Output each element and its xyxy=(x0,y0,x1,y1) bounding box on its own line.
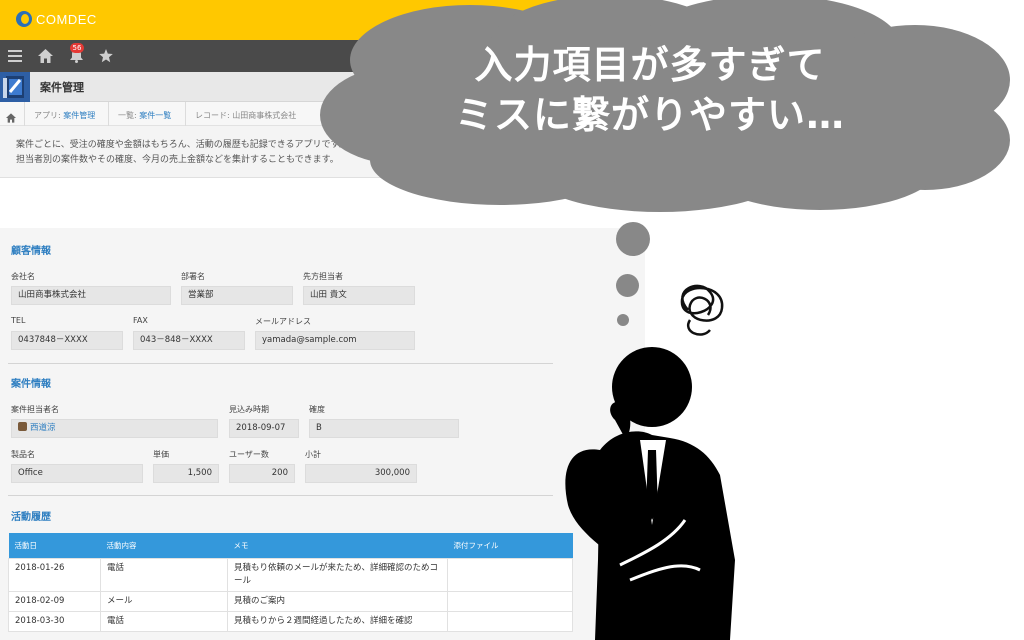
thought-cloud-text: 入力項目が多すぎて ミスに繋がりやすい… xyxy=(360,40,940,140)
certainty-label: 確度 xyxy=(309,405,325,414)
breadcrumb-app-prefix: アプリ: xyxy=(34,111,64,120)
table-row: 2018-03-30 電話 見積もりから２週間経過したため、詳細を確認 xyxy=(8,610,573,632)
worried-person-illustration xyxy=(565,284,735,640)
owner-label: 案件担当者名 xyxy=(11,405,59,414)
thought-bubble-large xyxy=(616,222,650,256)
breadcrumb-record-prefix: レコード: xyxy=(195,111,233,120)
breadcrumb-home-icon[interactable] xyxy=(6,108,16,127)
app-title: 案件管理 xyxy=(40,81,84,94)
tel-label: TEL xyxy=(11,316,26,325)
cell-type: メール xyxy=(100,590,228,612)
expected-date-label: 見込み時期 xyxy=(229,405,269,414)
cell-attachment xyxy=(447,590,573,612)
breadcrumb-list-prefix: 一覧: xyxy=(118,111,140,120)
product-field: Office xyxy=(11,464,143,483)
breadcrumb-record-name: 山田商事株式会社 xyxy=(232,111,297,120)
breadcrumb-record: レコード: 山田商事株式会社 xyxy=(195,110,296,121)
subtotal-field: 300,000 xyxy=(305,464,417,483)
customer-section-title: 顧客情報 xyxy=(11,246,51,257)
breadcrumb-separator xyxy=(24,102,25,126)
company-field: 山田商事株式会社 xyxy=(11,286,171,305)
column-header-type: 活動内容 xyxy=(100,533,228,558)
owner-field: 西道涼 xyxy=(11,419,218,438)
cell-type: 電話 xyxy=(100,610,228,632)
owner-user-link[interactable]: 西道涼 xyxy=(30,423,56,433)
user-icon xyxy=(18,422,27,431)
deal-section-title: 案件情報 xyxy=(11,379,51,390)
activity-section-title: 活動履歴 xyxy=(11,512,51,523)
unit-price-field: 1,500 xyxy=(153,464,219,483)
description-line-1: 案件ごとに、受注の確度や金額はもちろん、活動の履歴も記録できるアプリです。 xyxy=(16,140,348,150)
logo-mark-icon xyxy=(16,11,32,27)
cell-attachment xyxy=(447,610,573,632)
breadcrumb-list: 一覧: 案件一覧 xyxy=(118,110,171,121)
table-header-row: 活動日 活動内容 メモ 添付ファイル xyxy=(8,533,573,558)
department-field: 営業部 xyxy=(181,286,293,305)
table-row: 2018-01-26 電話 見積もり依頼のメールが来たため、詳細確認のためコール xyxy=(8,557,573,592)
cell-memo: 見積もりから２週間経過したため、詳細を確認 xyxy=(227,610,448,632)
logo-text: COMDEC xyxy=(36,11,97,27)
product-label: 製品名 xyxy=(11,450,35,459)
department-label: 部署名 xyxy=(181,272,205,281)
cell-date: 2018-01-26 xyxy=(8,557,101,592)
cell-attachment xyxy=(447,557,573,592)
breadcrumb-app: アプリ: 案件管理 xyxy=(34,110,95,121)
fax-label: FAX xyxy=(133,316,148,325)
column-header-attachment: 添付ファイル xyxy=(447,533,573,558)
thought-line-1: 入力項目が多すぎて xyxy=(474,43,826,87)
breadcrumb-app-link[interactable]: 案件管理 xyxy=(63,111,95,120)
confused-scribble-icon xyxy=(680,284,724,336)
email-field: yamada@sample.com xyxy=(255,331,415,350)
menu-icon[interactable] xyxy=(2,40,28,72)
cell-memo: 見積のご案内 xyxy=(227,590,448,612)
thought-line-2: ミスに繋がりやすい… xyxy=(454,93,845,137)
section-divider xyxy=(8,495,553,496)
user-count-label: ユーザー数 xyxy=(229,450,269,459)
comdec-logo[interactable]: COMDEC xyxy=(16,11,97,27)
cell-date: 2018-03-30 xyxy=(8,610,101,632)
company-label: 会社名 xyxy=(11,272,35,281)
breadcrumb-separator xyxy=(108,102,109,126)
column-header-date: 活動日 xyxy=(8,533,101,558)
star-icon[interactable] xyxy=(93,40,119,72)
expected-date-field: 2018-09-07 xyxy=(229,419,299,438)
home-icon[interactable] xyxy=(32,40,58,72)
breadcrumb-separator xyxy=(185,102,186,126)
description-line-2: 担当者別の案件数やその確度、今月の売上金額などを集計することもできます。 xyxy=(16,155,339,165)
top-header-bar: COMDEC xyxy=(0,0,645,40)
email-label: メールアドレス xyxy=(255,317,311,326)
unit-price-label: 単価 xyxy=(153,450,169,459)
column-header-memo: メモ xyxy=(227,533,448,558)
subtotal-label: 小計 xyxy=(305,450,321,459)
cell-memo: 見積もり依頼のメールが来たため、詳細確認のためコール xyxy=(227,557,448,592)
fax-field: 043－848－XXXX xyxy=(133,331,245,350)
tel-field: 0437848－XXXX xyxy=(11,331,123,350)
user-count-field: 200 xyxy=(229,464,295,483)
section-divider xyxy=(8,363,553,364)
contact-person-field: 山田 貴文 xyxy=(303,286,415,305)
contact-person-label: 先方担当者 xyxy=(303,272,343,281)
app-book-icon xyxy=(0,72,30,102)
cell-type: 電話 xyxy=(100,557,228,592)
activity-history-table: 活動日 活動内容 メモ 添付ファイル 2018-01-26 電話 見積もり依頼の… xyxy=(8,533,573,632)
notification-badge[interactable]: 56 xyxy=(70,43,84,53)
breadcrumb-list-link[interactable]: 案件一覧 xyxy=(139,111,171,120)
table-row: 2018-02-09 メール 見積のご案内 xyxy=(8,590,573,612)
cell-date: 2018-02-09 xyxy=(8,590,101,612)
certainty-field: B xyxy=(309,419,459,438)
